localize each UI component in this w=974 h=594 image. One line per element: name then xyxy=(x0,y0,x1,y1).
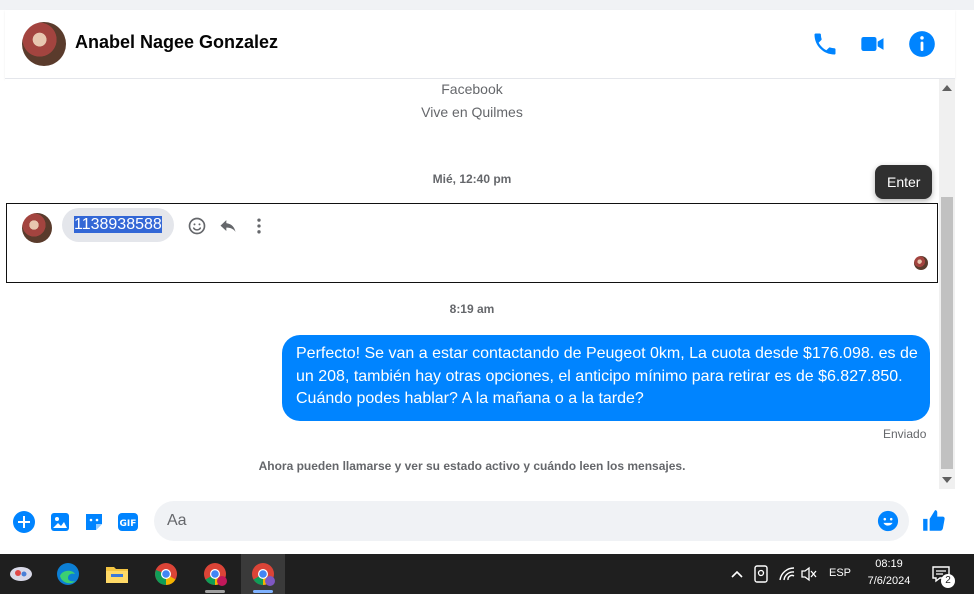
folder-icon xyxy=(106,567,128,583)
taskbar-chrome[interactable] xyxy=(144,554,188,594)
phone-icon[interactable] xyxy=(811,30,839,58)
chrome-profile-icon xyxy=(252,563,275,586)
message-status: Enviado xyxy=(883,427,927,441)
message-list[interactable]: Facebook Vive en Quilmes Mié, 12:40 pm 8… xyxy=(5,79,939,489)
profile-location: Vive en Quilmes xyxy=(421,104,523,120)
svg-text:GIF: GIF xyxy=(120,519,137,529)
info-icon[interactable] xyxy=(908,30,936,58)
taskbar-chrome-profile[interactable] xyxy=(193,554,237,594)
scroll-thumb[interactable] xyxy=(941,197,953,469)
contact-avatar[interactable] xyxy=(22,22,66,66)
timestamp-divider: Mié, 12:40 pm xyxy=(432,172,512,186)
app-shortcut-icon xyxy=(10,567,32,581)
meet-now-icon[interactable] xyxy=(753,565,769,583)
taskbar-file-explorer[interactable] xyxy=(95,554,139,594)
profile-source: Facebook xyxy=(441,81,503,97)
message-input[interactable]: Aa xyxy=(154,501,909,541)
timestamp-divider: 8:19 am xyxy=(449,302,495,316)
incoming-message-row[interactable]: 1138938588 xyxy=(6,203,938,283)
read-receipt-avatar xyxy=(914,256,928,270)
contact-name[interactable]: Anabel Nagee Gonzalez xyxy=(75,32,278,53)
wifi-icon[interactable] xyxy=(778,566,796,582)
open-app-indicator xyxy=(205,590,225,593)
emoji-icon[interactable] xyxy=(877,510,899,532)
chat-scrollbar[interactable] xyxy=(939,79,955,489)
volume-muted-icon[interactable] xyxy=(800,566,818,582)
outgoing-message-bubble[interactable]: Perfecto! Se van a estar contactando de … xyxy=(282,335,930,421)
edge-browser-icon xyxy=(57,563,79,585)
photo-icon[interactable] xyxy=(48,510,72,534)
chrome-profile-icon xyxy=(204,563,227,586)
scroll-up-arrow-icon[interactable] xyxy=(942,85,952,91)
incoming-message-bubble[interactable]: 1138938588 xyxy=(62,208,174,242)
notification-count-badge: 2 xyxy=(941,574,955,588)
sticker-icon[interactable] xyxy=(82,510,106,534)
like-thumb-icon[interactable] xyxy=(921,508,947,534)
message-input-placeholder: Aa xyxy=(167,512,187,529)
enter-tooltip: Enter xyxy=(875,165,933,199)
language-indicator[interactable]: ESP xyxy=(829,567,851,579)
clock-time[interactable]: 08:19 xyxy=(872,558,906,570)
chevron-up-icon[interactable] xyxy=(730,567,744,581)
reply-icon[interactable] xyxy=(218,216,238,236)
active-app-indicator xyxy=(253,590,273,593)
clock-date[interactable]: 7/6/2024 xyxy=(862,575,916,587)
taskbar-chrome-active[interactable] xyxy=(241,554,285,594)
more-options-icon[interactable] xyxy=(249,216,269,236)
plus-actions-icon[interactable] xyxy=(12,510,36,534)
sender-avatar[interactable] xyxy=(22,213,52,243)
start-app-button[interactable] xyxy=(0,554,44,594)
message-composer: GIF Aa xyxy=(0,496,974,546)
chrome-icon xyxy=(155,563,177,585)
gif-icon[interactable]: GIF xyxy=(116,510,140,534)
scroll-down-arrow-icon[interactable] xyxy=(942,477,952,483)
selected-text[interactable]: 1138938588 xyxy=(74,216,162,233)
call-notice: Ahora pueden llamarse y ver su estado ac… xyxy=(258,459,686,473)
taskbar-edge[interactable] xyxy=(46,554,90,594)
video-call-icon[interactable] xyxy=(859,30,887,58)
windows-taskbar: ESP 08:19 7/6/2024 2 xyxy=(0,554,974,594)
conversation-header: Anabel Nagee Gonzalez xyxy=(5,10,955,79)
react-emoji-icon[interactable] xyxy=(187,216,207,236)
browser-top-strip xyxy=(0,0,974,10)
